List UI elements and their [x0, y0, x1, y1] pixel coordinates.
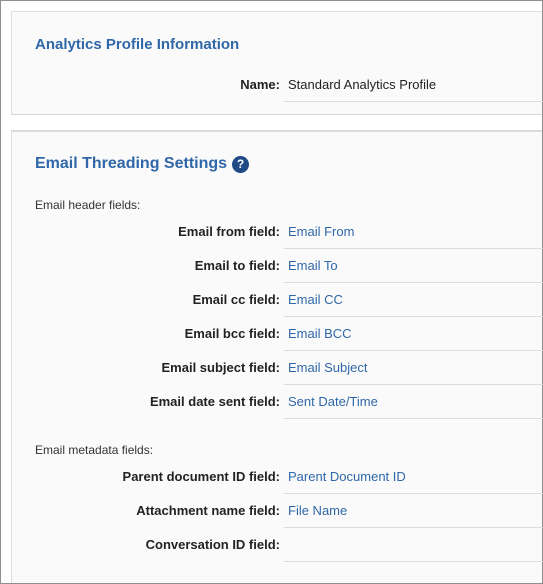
profile-name-label: Name: — [240, 77, 280, 92]
field-rule — [284, 418, 543, 419]
email-bcc-label: Email bcc field: — [184, 326, 280, 341]
attachment-name-value-link[interactable]: File Name — [288, 503, 347, 518]
field-rule — [284, 561, 543, 562]
email-cc-label: Email cc field: — [192, 292, 280, 307]
email-to-label: Email to field: — [194, 258, 280, 273]
conversation-id-row: Conversation ID field: — [12, 528, 543, 562]
profile-name-value: Standard Analytics Profile — [288, 77, 437, 92]
attachment-name-row: Attachment name field: File Name — [12, 494, 543, 528]
parent-document-id-value-link[interactable]: Parent Document ID — [288, 469, 406, 484]
email-cc-row: Email cc field: Email CC — [12, 283, 543, 317]
email-from-label: Email from field: — [178, 224, 280, 239]
email-threading-panel: Email Threading Settings ? Email header … — [11, 131, 543, 583]
email-subject-value-link[interactable]: Email Subject — [288, 360, 367, 375]
conversation-id-label: Conversation ID field: — [145, 537, 280, 552]
email-from-value-link[interactable]: Email From — [288, 224, 354, 239]
parent-document-id-row: Parent document ID field: Parent Documen… — [12, 460, 543, 494]
email-to-row: Email to field: Email To — [12, 249, 543, 283]
email-subject-row: Email subject field: Email Subject — [12, 351, 543, 385]
email-threading-title-text: Email Threading Settings — [35, 155, 228, 172]
email-from-row: Email from field: Email From — [12, 215, 543, 249]
profile-name-rule — [284, 101, 543, 102]
question-circle-icon[interactable]: ? — [232, 155, 250, 173]
analytics-profile-panel: Analytics Profile Information Name: Stan… — [11, 11, 543, 114]
analytics-profile-title: Analytics Profile Information — [35, 36, 240, 53]
email-bcc-value-link[interactable]: Email BCC — [288, 326, 352, 341]
email-threading-title: Email Threading Settings ? — [35, 155, 250, 173]
profile-name-row: Name: Standard Analytics Profile — [12, 68, 543, 102]
email-to-value-link[interactable]: Email To — [288, 258, 338, 273]
email-metadata-fields-label: Email metadata fields: — [35, 443, 154, 457]
email-date-sent-row: Email date sent field: Sent Date/Time — [12, 385, 543, 419]
email-bcc-row: Email bcc field: Email BCC — [12, 317, 543, 351]
parent-document-id-label: Parent document ID field: — [122, 469, 280, 484]
settings-frame: Analytics Profile Information Name: Stan… — [0, 0, 543, 584]
email-date-sent-label: Email date sent field: — [149, 394, 280, 409]
email-header-fields-label: Email header fields: — [35, 198, 141, 212]
section-separator — [11, 114, 542, 131]
email-subject-label: Email subject field: — [161, 360, 280, 375]
email-date-sent-value-link[interactable]: Sent Date/Time — [288, 394, 378, 409]
attachment-name-label: Attachment name field: — [136, 503, 280, 518]
email-cc-value-link[interactable]: Email CC — [288, 292, 343, 307]
separator-line-top — [11, 114, 542, 115]
